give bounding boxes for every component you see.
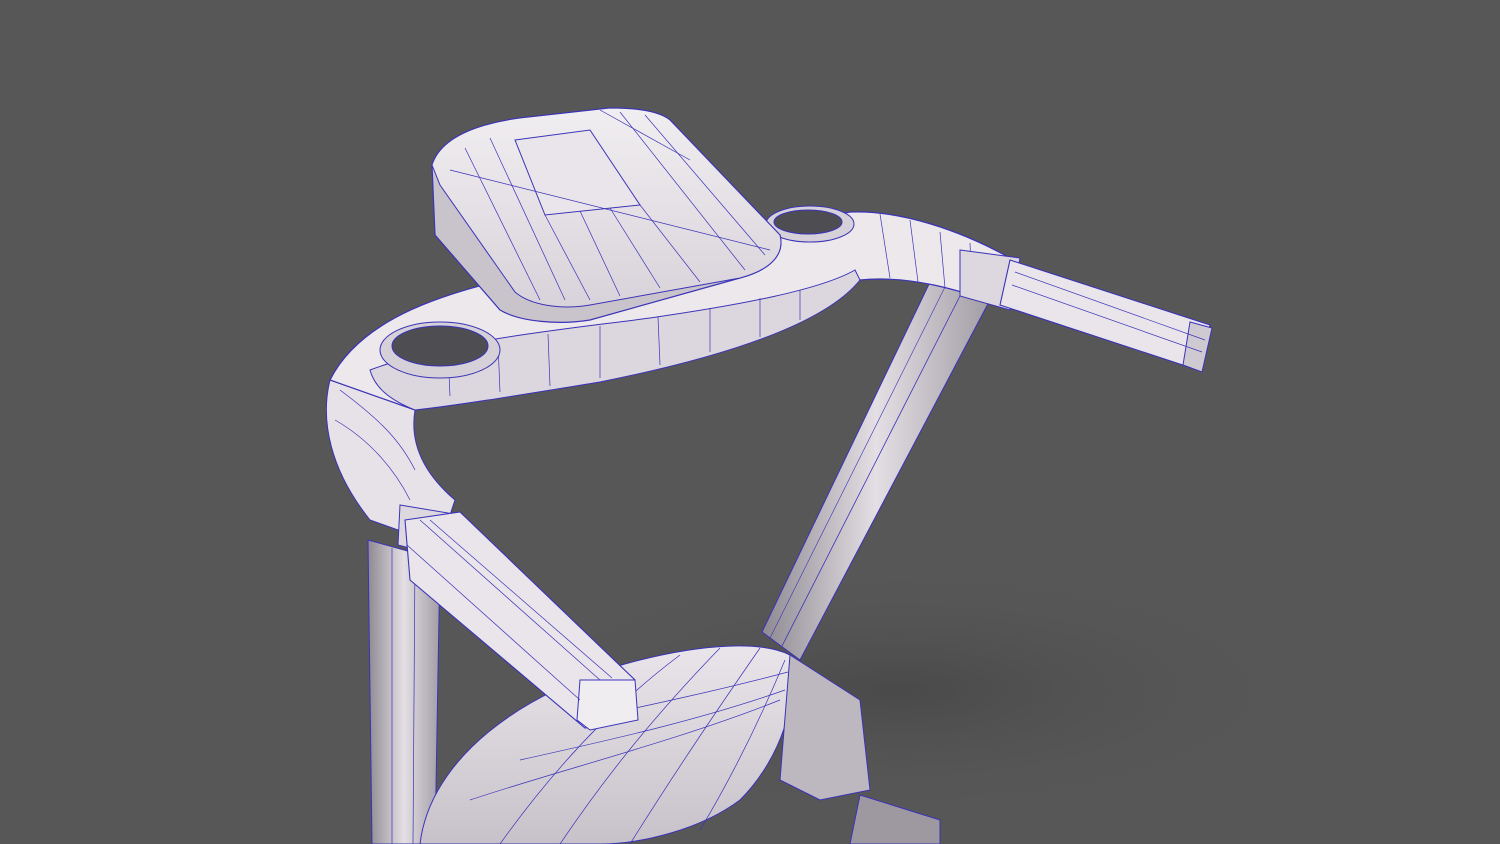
render-viewport: [0, 0, 1500, 844]
right-handlebar: [959, 249, 1213, 373]
treadmill-model: [325, 107, 1320, 844]
cup-holder-left: [379, 321, 501, 379]
